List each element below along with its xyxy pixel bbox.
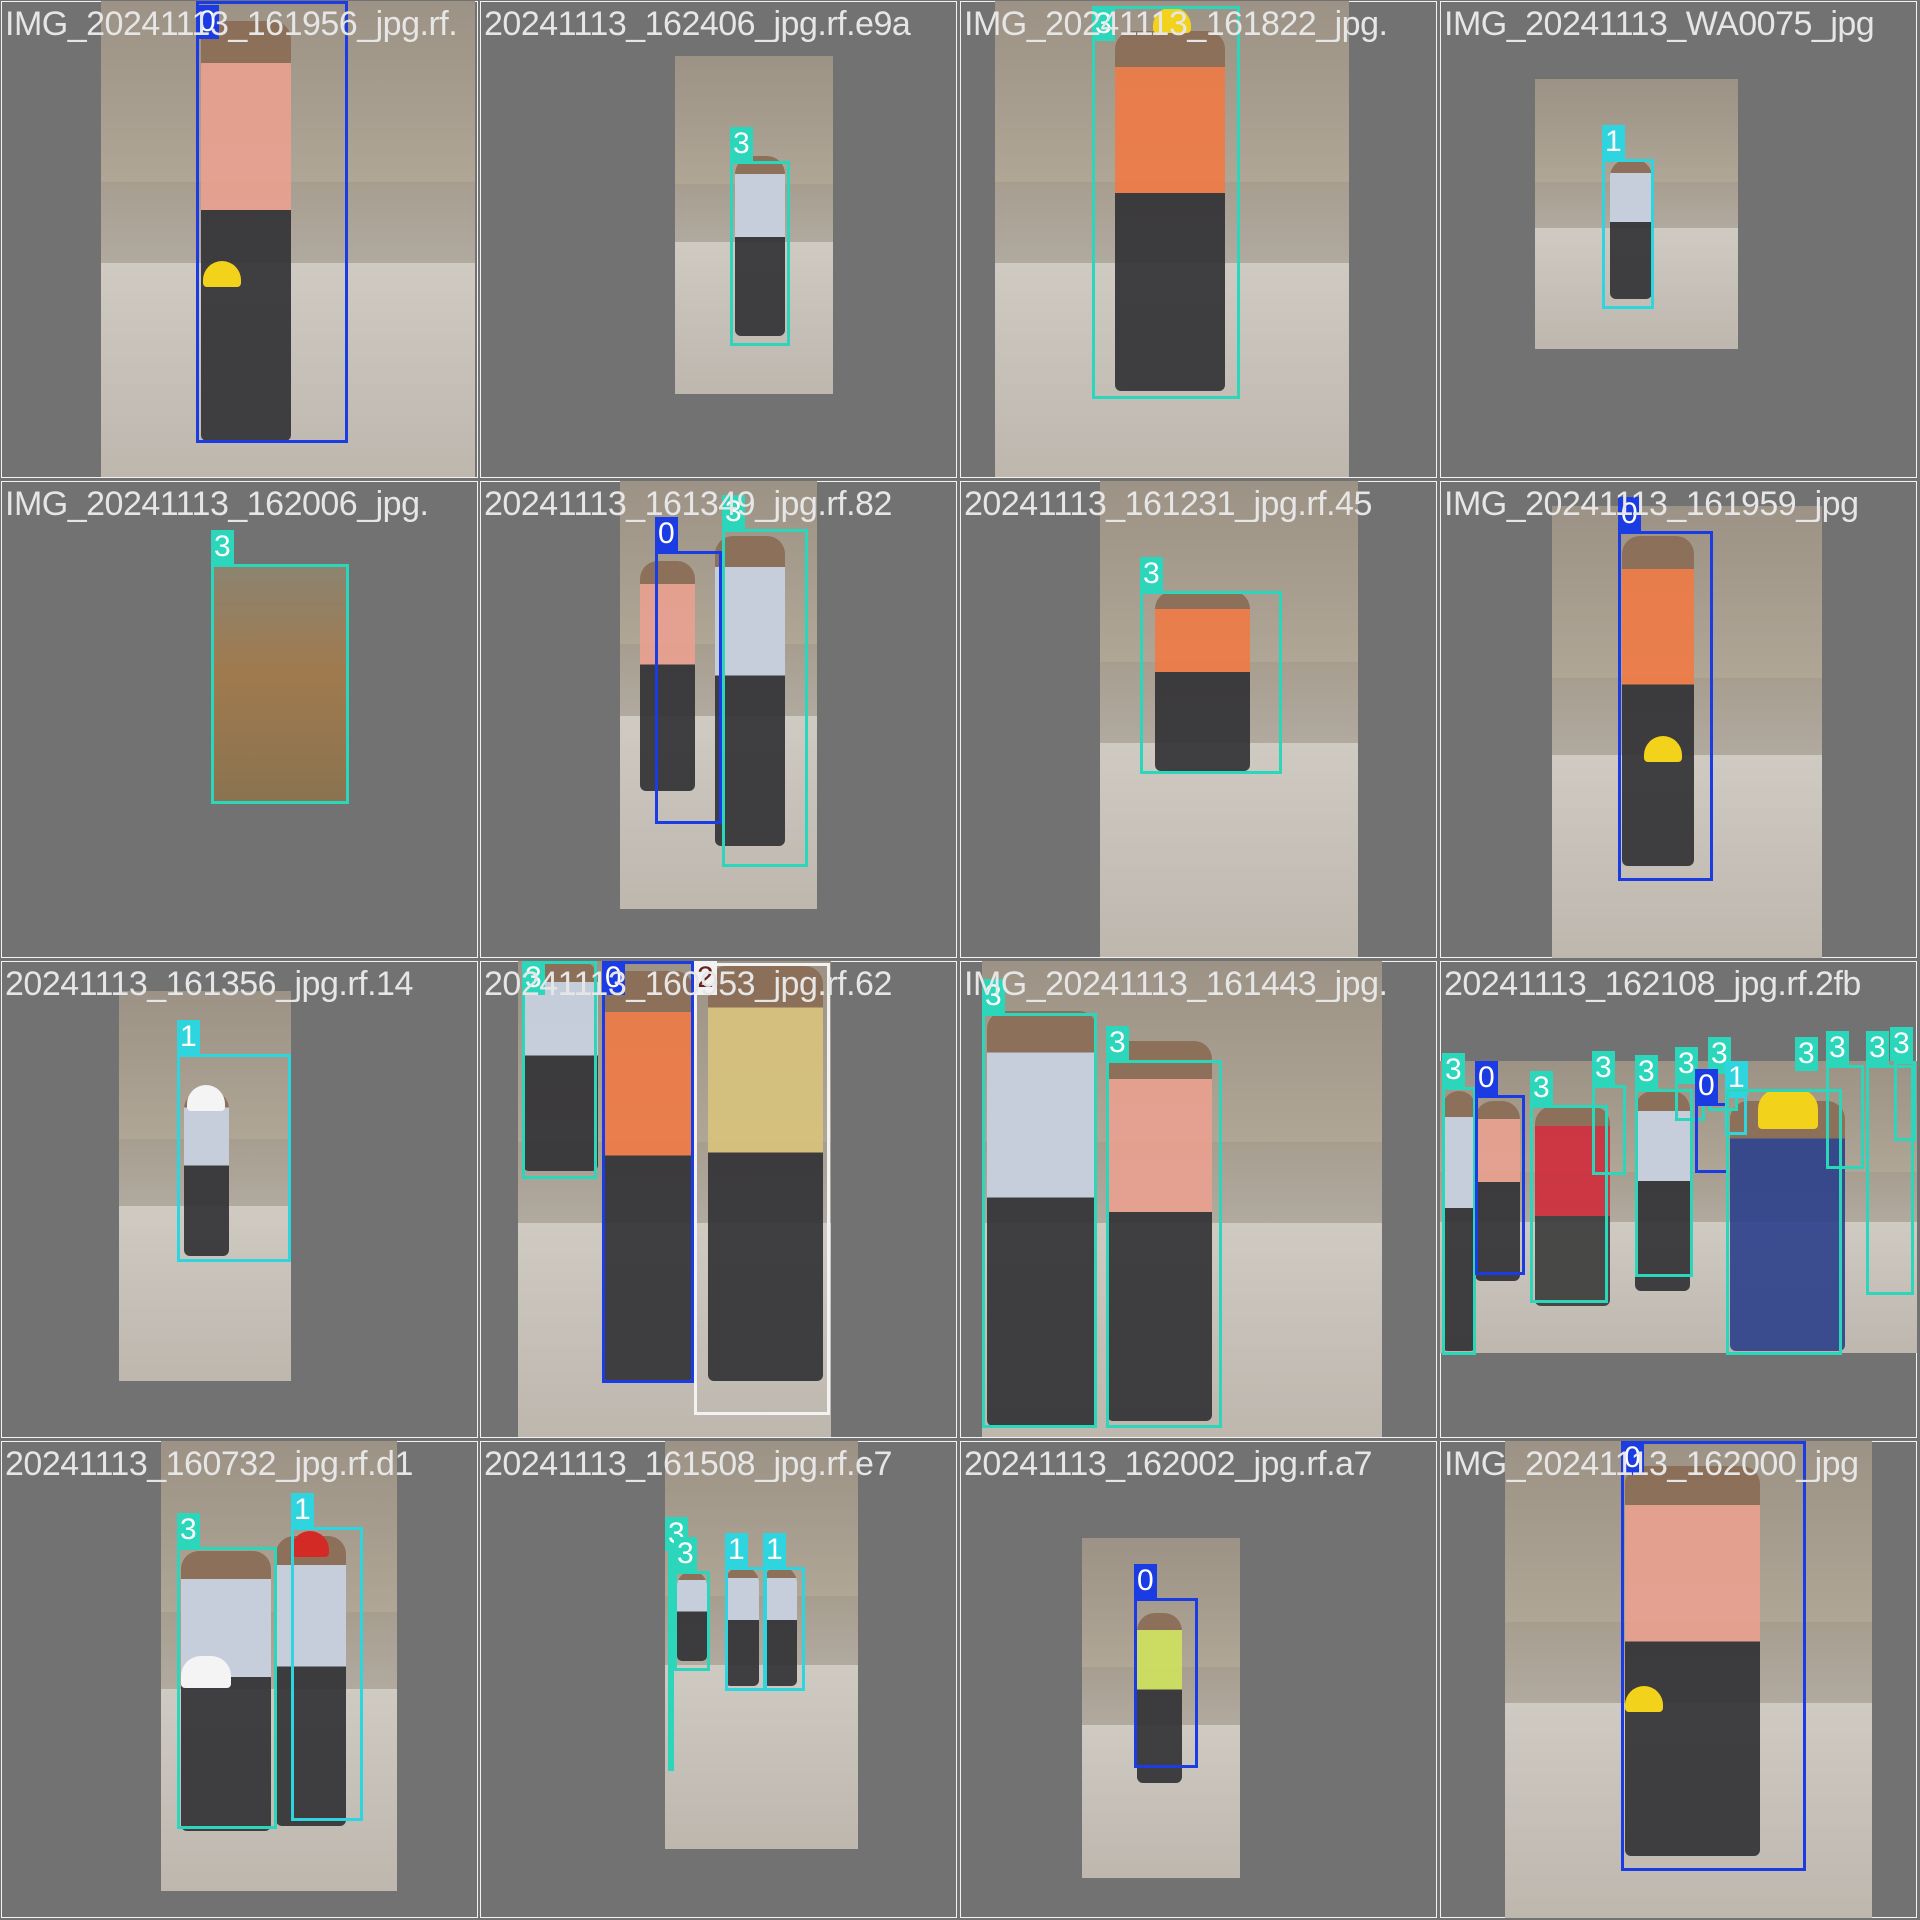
image-filename: 20241113_162108_jpg.rf.2fb bbox=[1444, 965, 1861, 1003]
class-label: 3 bbox=[730, 127, 753, 161]
image-filename: IMG_20241113_WA0075_jpg bbox=[1444, 5, 1875, 43]
mosaic-tile: 3 20241113_162406_jpg.rf.e9a bbox=[480, 1, 957, 478]
mosaic-tile: 0 20241113_162002_jpg.rf.a7 bbox=[960, 1441, 1437, 1918]
mosaic-tile: 3 0 2 20241113_160953_jpg.rf.62 bbox=[480, 961, 957, 1438]
bounding-box bbox=[211, 564, 349, 804]
class-label: 3 bbox=[1106, 1026, 1129, 1060]
image-filename: 20241113_161356_jpg.rf.14 bbox=[5, 965, 413, 1003]
image-filename: 20241113_161349_jpg.rf.82 bbox=[484, 485, 892, 523]
image-filename: 20241113_162406_jpg.rf.e9a bbox=[484, 5, 911, 43]
bounding-box bbox=[1106, 1060, 1222, 1428]
class-label: 3 bbox=[1140, 557, 1163, 591]
bounding-box bbox=[1092, 6, 1240, 399]
mosaic-tile: 3 3 IMG_20241113_161443_jpg. bbox=[960, 961, 1437, 1438]
bounding-box bbox=[1726, 1089, 1842, 1355]
image-filename: 20241113_160732_jpg.rf.d1 bbox=[5, 1445, 413, 1483]
image-filename: IMG_20241113_161443_jpg. bbox=[964, 965, 1388, 1003]
bounding-box bbox=[291, 1527, 363, 1821]
mosaic-tile: 1 IMG_20241113_WA0075_jpg bbox=[1440, 1, 1917, 478]
image-filename: IMG_20241113_161956_jpg.rf. bbox=[5, 5, 458, 43]
class-label: 3 bbox=[1592, 1051, 1615, 1085]
mosaic-tile: 3 3 1 1 20241113_161508_jpg.rf.e7 bbox=[480, 1441, 957, 1918]
class-label: 0 bbox=[1134, 1564, 1157, 1598]
mosaic-tile: 1 20241113_161356_jpg.rf.14 bbox=[1, 961, 478, 1438]
bounding-box bbox=[1442, 1087, 1476, 1355]
class-label: 3 bbox=[1442, 1053, 1465, 1087]
class-label: 1 bbox=[1602, 125, 1625, 159]
training-batch-mosaic: 0 IMG_20241113_161956_jpg.rf. 3 20241113… bbox=[0, 0, 1920, 1920]
bounding-box bbox=[177, 1547, 277, 1829]
class-label: 1 bbox=[725, 1533, 748, 1567]
bounding-box bbox=[982, 1013, 1097, 1428]
class-label: 3 bbox=[1795, 1037, 1818, 1071]
bounding-box bbox=[725, 1567, 767, 1691]
bounding-box bbox=[1621, 1441, 1806, 1871]
class-label: 3 bbox=[211, 530, 234, 564]
bounding-box bbox=[694, 963, 830, 1415]
image-filename: IMG_20241113_161959_jpg bbox=[1444, 485, 1859, 523]
bounding-box bbox=[1134, 1598, 1198, 1768]
bounding-box bbox=[722, 529, 808, 867]
mosaic-tile: 3 20241113_161231_jpg.rf.45 bbox=[960, 481, 1437, 958]
class-label: 0 bbox=[1695, 1069, 1718, 1103]
class-label: 1 bbox=[291, 1493, 314, 1527]
class-label: 3 bbox=[674, 1537, 697, 1571]
mosaic-tile: 0 IMG_20241113_161956_jpg.rf. bbox=[1, 1, 478, 478]
bounding-box bbox=[763, 1567, 805, 1691]
mosaic-tile: 3 IMG_20241113_162006_jpg. bbox=[1, 481, 478, 958]
bounding-box bbox=[1618, 531, 1713, 881]
image-filename: IMG_20241113_161822_jpg. bbox=[964, 5, 1388, 43]
bounding-box bbox=[1592, 1085, 1626, 1175]
bounding-box bbox=[177, 1054, 291, 1262]
class-label: 3 bbox=[1866, 1031, 1889, 1065]
image-filename: IMG_20241113_162006_jpg. bbox=[5, 485, 429, 523]
image-filename: IMG_20241113_162000_jpg bbox=[1444, 1445, 1859, 1483]
mosaic-tile: 0 3 20241113_161349_jpg.rf.82 bbox=[480, 481, 957, 958]
mosaic-tile: 3 IMG_20241113_161822_jpg. bbox=[960, 1, 1437, 478]
bounding-box bbox=[655, 551, 722, 824]
mosaic-tile: 3 0 3 3 3 3 3 0 1 3 3 3 3 20241113_16210… bbox=[1440, 961, 1917, 1438]
bounding-box bbox=[1602, 159, 1654, 309]
bounding-box bbox=[602, 961, 694, 1383]
class-label: 3 bbox=[1826, 1031, 1849, 1065]
bounding-box bbox=[1894, 1061, 1916, 1141]
mosaic-tile: 3 1 20241113_160732_jpg.rf.d1 bbox=[1, 1441, 478, 1918]
image-filename: 20241113_161508_jpg.rf.e7 bbox=[484, 1445, 892, 1483]
class-label: 3 bbox=[1530, 1071, 1553, 1105]
bounding-box bbox=[674, 1571, 710, 1671]
bounding-box bbox=[196, 1, 348, 443]
class-label: 1 bbox=[177, 1020, 200, 1054]
bounding-box bbox=[1826, 1065, 1864, 1169]
image-filename: 20241113_161231_jpg.rf.45 bbox=[964, 485, 1372, 523]
class-label: 3 bbox=[1635, 1055, 1658, 1089]
image-filename: 20241113_162002_jpg.rf.a7 bbox=[964, 1445, 1372, 1483]
image-filename: 20241113_160953_jpg.rf.62 bbox=[484, 965, 892, 1003]
bounding-box bbox=[730, 161, 790, 346]
class-label: 0 bbox=[1475, 1061, 1498, 1095]
mosaic-tile: 0 IMG_20241113_162000_jpg bbox=[1440, 1441, 1917, 1918]
class-label: 1 bbox=[763, 1533, 786, 1567]
bounding-box bbox=[1140, 591, 1282, 774]
bounding-box bbox=[1695, 1103, 1729, 1173]
mosaic-tile: 0 IMG_20241113_161959_jpg bbox=[1440, 481, 1917, 958]
class-label: 3 bbox=[177, 1513, 200, 1547]
class-label: 3 bbox=[1890, 1027, 1913, 1061]
bounding-box bbox=[1475, 1095, 1525, 1275]
